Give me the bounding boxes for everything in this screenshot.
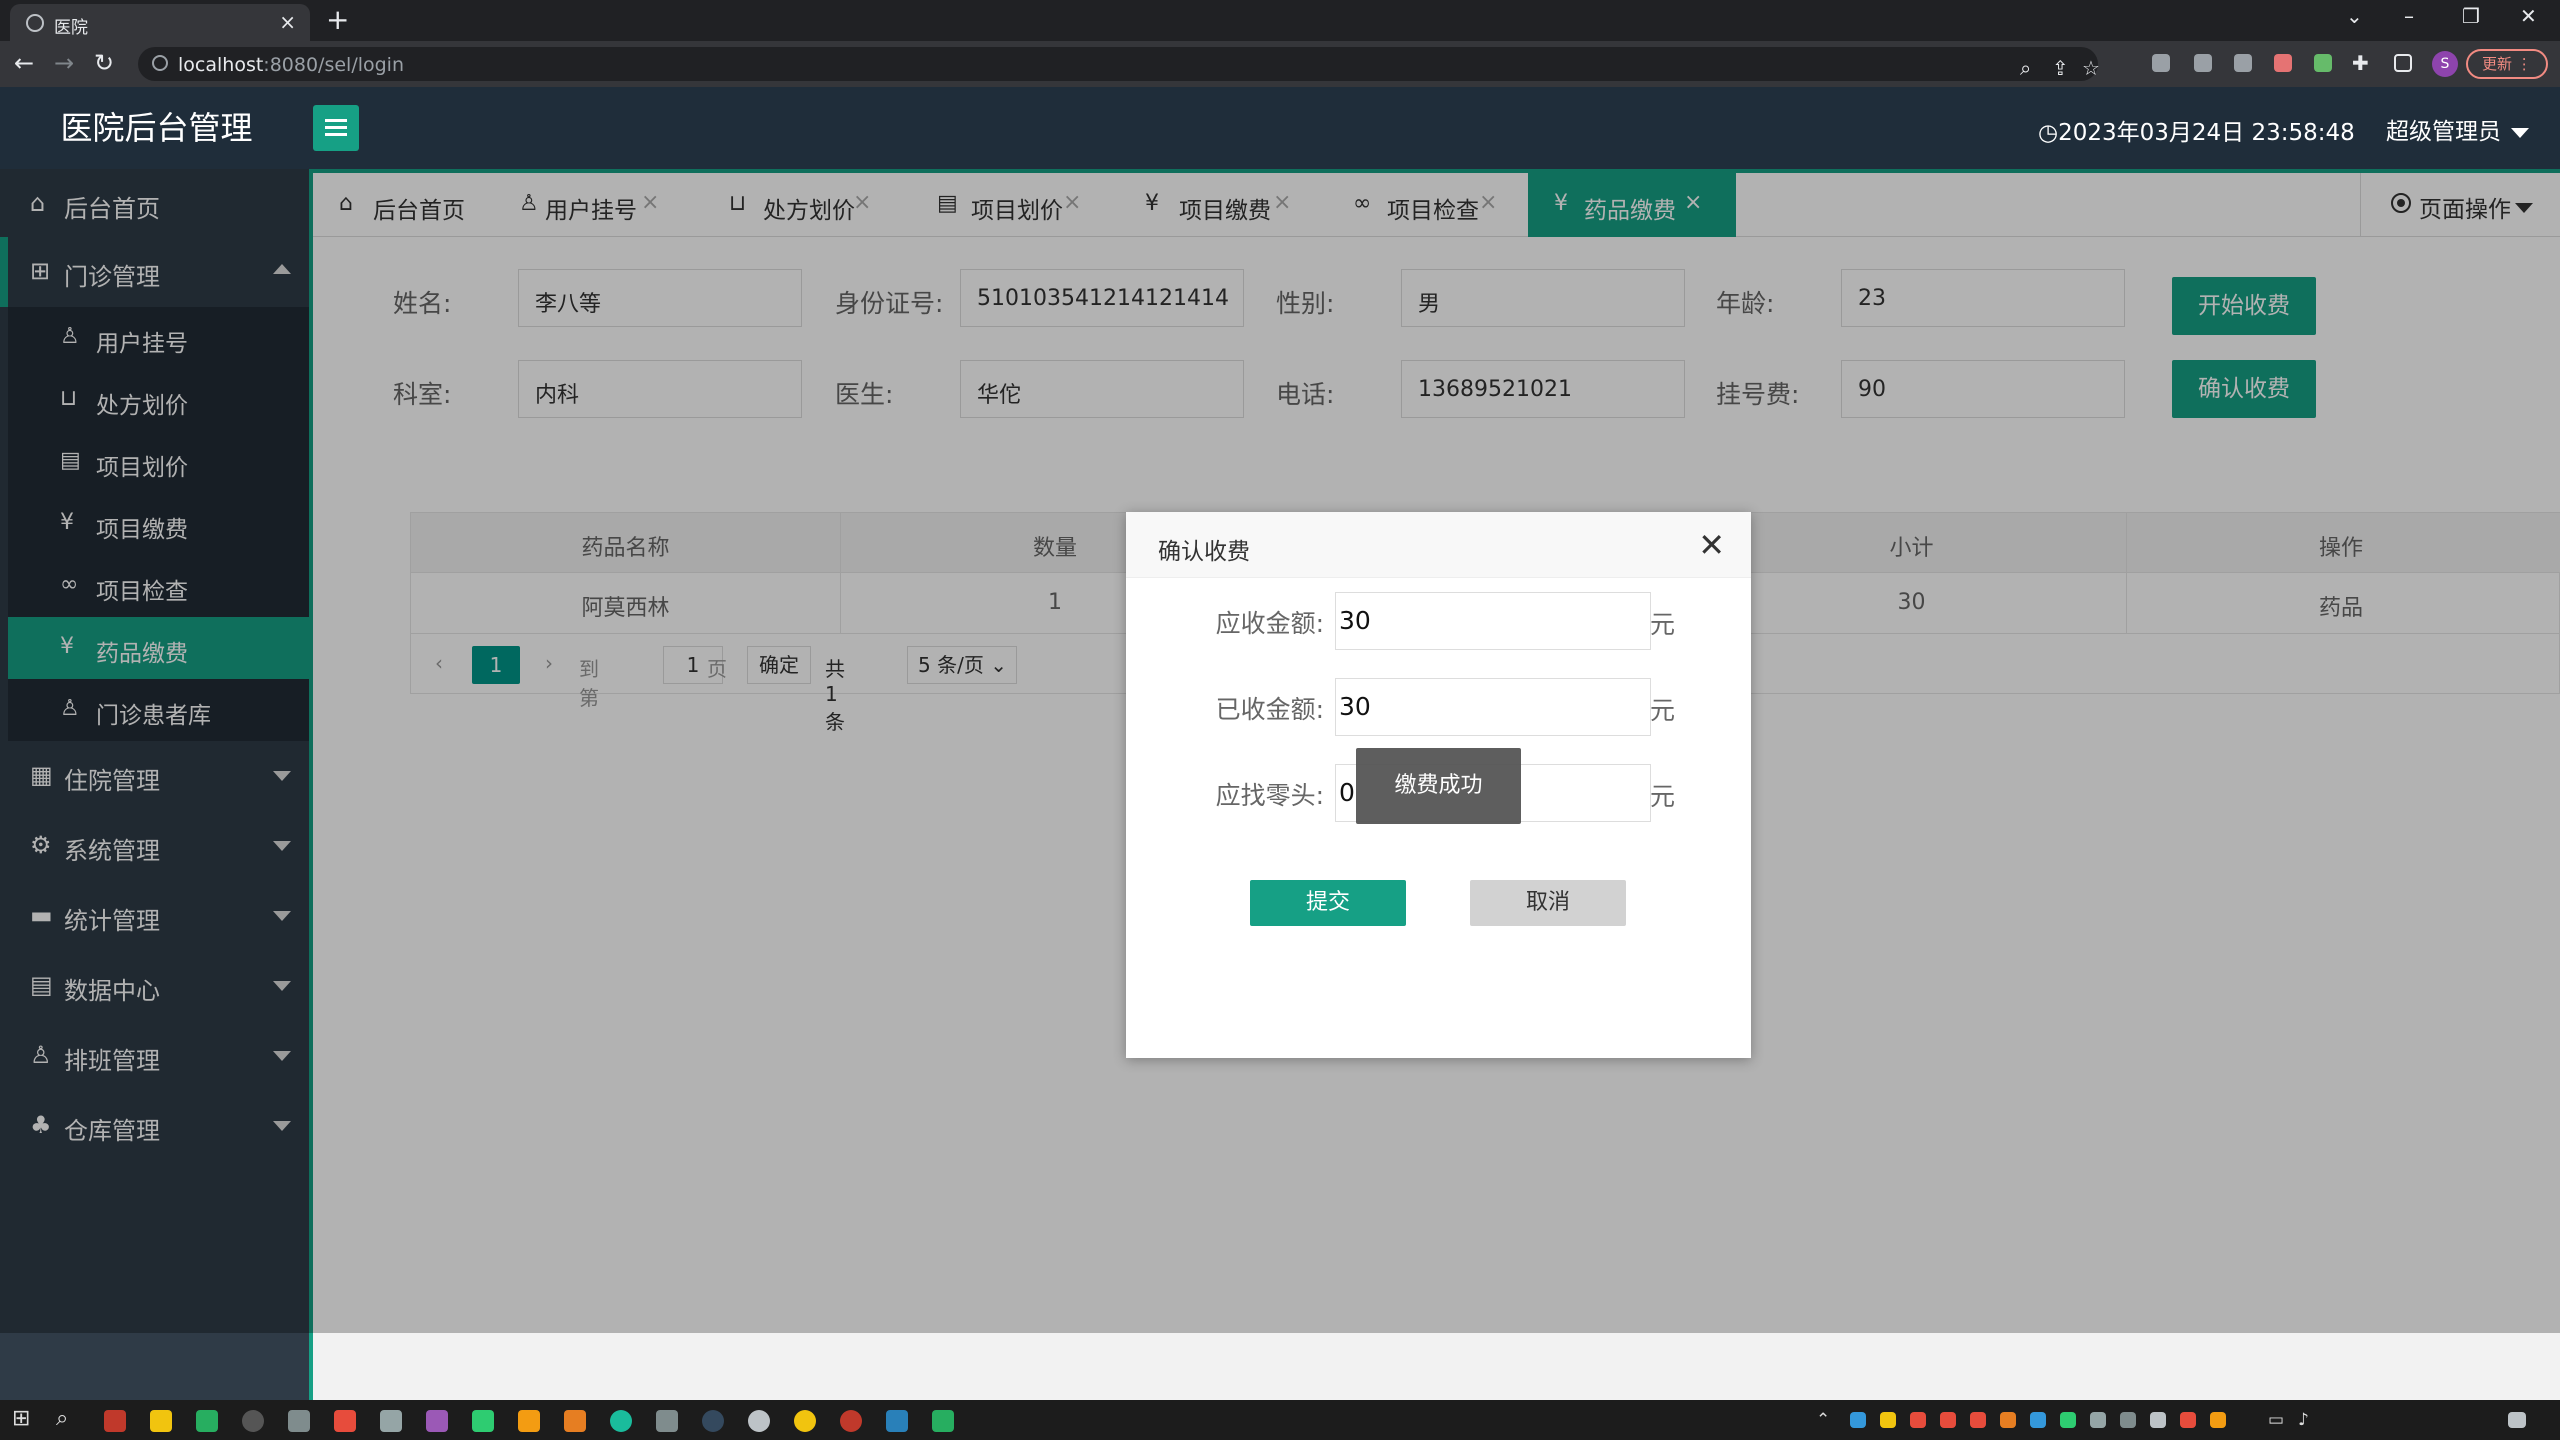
close-tab-icon[interactable]: × <box>279 10 296 34</box>
back-icon[interactable]: ← <box>14 49 34 77</box>
tray-icon[interactable] <box>2180 1412 2196 1428</box>
puzzle-icon[interactable]: ✚ <box>2352 51 2369 75</box>
app-icon[interactable] <box>932 1410 954 1432</box>
network-icon[interactable]: ▭ <box>2268 1410 2284 1430</box>
app-icon[interactable] <box>288 1410 310 1432</box>
url-host: localhost <box>178 54 264 76</box>
dialog-header: 确认收费 ✕ <box>1126 512 1751 578</box>
bookmark-star-icon[interactable]: ☆ <box>2082 56 2100 80</box>
volume-icon[interactable]: ♪ <box>2298 1410 2309 1430</box>
change-label: 应找零头: <box>1215 781 1324 810</box>
globe-icon <box>26 14 44 32</box>
close-icon[interactable]: ✕ <box>1698 526 1725 564</box>
info-icon[interactable] <box>152 55 168 71</box>
tray-icon[interactable] <box>2120 1412 2136 1428</box>
tray-expand-icon[interactable]: ⌃ <box>1816 1410 1830 1430</box>
receivable-unit: 元 <box>1650 610 1676 639</box>
browser-tab-title: 医院 <box>54 18 88 38</box>
submit-button[interactable]: 提交 <box>1250 880 1406 926</box>
user-menu[interactable]: 超级管理员 <box>2386 112 2529 146</box>
browser-tabbar: 医院 × + ⌄ – ❐ ✕ <box>0 0 2560 41</box>
tray-icon[interactable] <box>2000 1412 2016 1428</box>
user-name: 超级管理员 <box>2386 119 2501 145</box>
update-label: 更新 <box>2482 55 2513 73</box>
app-title: 医院后台管理 <box>60 109 253 147</box>
menu-toggle-button[interactable] <box>313 105 359 151</box>
app-icon[interactable] <box>196 1410 218 1432</box>
url-path: :8080/sel/login <box>263 54 405 76</box>
browser-tab[interactable]: 医院 × <box>10 4 310 41</box>
caret-down-icon <box>2511 127 2529 138</box>
reload-icon[interactable]: ↻ <box>94 49 114 77</box>
notification-icon[interactable] <box>2508 1412 2526 1428</box>
tray-icon[interactable] <box>2150 1412 2166 1428</box>
url-field[interactable]: localhost:8080/sel/login ⌕ ⇪ ☆ <box>138 47 2100 81</box>
confirm-charge-dialog: 确认收费 ✕ 应收金额: 30 元 已收金额: 30 元 应找零头: 0 元 提… <box>1126 512 1751 1058</box>
extension-icon[interactable] <box>2314 54 2332 72</box>
shield-extension-icon[interactable] <box>2274 54 2292 72</box>
received-label: 已收金额: <box>1215 695 1324 724</box>
tray-icon[interactable] <box>2060 1412 2076 1428</box>
tray-icon[interactable] <box>1940 1412 1956 1428</box>
folder-icon[interactable] <box>518 1410 540 1432</box>
tray-icon[interactable] <box>1880 1412 1896 1428</box>
app-icon[interactable] <box>840 1410 862 1432</box>
app-icon[interactable] <box>426 1410 448 1432</box>
app-icon[interactable] <box>564 1410 586 1432</box>
restore-button[interactable]: ❐ <box>2462 4 2480 28</box>
word-icon[interactable] <box>886 1410 908 1432</box>
cancel-button[interactable]: 取消 <box>1470 880 1626 926</box>
clock: ◷2023年03月24日 23:58:48 <box>2038 113 2355 147</box>
tray-icon[interactable] <box>1850 1412 1866 1428</box>
share-icon[interactable]: ⇪ <box>2052 56 2069 80</box>
app-icon[interactable] <box>472 1410 494 1432</box>
clock-icon: ◷ <box>2038 120 2059 146</box>
app-header: 医院后台管理 ◷2023年03月24日 23:58:48 超级管理员 <box>0 87 2560 169</box>
profile-avatar[interactable]: S <box>2432 51 2458 77</box>
wechat-icon[interactable] <box>610 1410 632 1432</box>
tray-icon[interactable] <box>2090 1412 2106 1428</box>
receivable-label: 应收金额: <box>1215 609 1324 638</box>
tray-icon[interactable] <box>1910 1412 1926 1428</box>
footer <box>313 1333 2560 1400</box>
received-unit: 元 <box>1650 696 1676 725</box>
tab-search-icon[interactable]: ⌄ <box>2346 4 2363 28</box>
app-icon[interactable] <box>748 1410 770 1432</box>
close-window-button[interactable]: ✕ <box>2520 4 2537 28</box>
windows-start-icon[interactable]: ⊞ <box>12 1406 30 1431</box>
chrome-icon[interactable] <box>150 1410 172 1432</box>
new-tab-button[interactable]: + <box>326 3 349 36</box>
app-icon[interactable] <box>242 1410 264 1432</box>
extension-icon[interactable] <box>2234 54 2252 72</box>
side-panel-icon[interactable] <box>2394 54 2412 72</box>
extension-icon[interactable] <box>2194 54 2212 72</box>
search-icon[interactable]: ⌕ <box>56 1406 68 1431</box>
tray-icon[interactable] <box>1970 1412 1986 1428</box>
receivable-input[interactable]: 30 <box>1335 592 1651 650</box>
tray-icon[interactable] <box>2210 1412 2226 1428</box>
extension-icon[interactable] <box>2152 54 2170 72</box>
dialog-title: 确认收费 <box>1158 539 1250 565</box>
app-icon[interactable] <box>702 1410 724 1432</box>
tray-icon[interactable] <box>2030 1412 2046 1428</box>
forward-icon[interactable]: → <box>54 49 74 77</box>
zoom-icon[interactable]: ⌕ <box>2020 56 2031 80</box>
clock-text: 2023年03月24日 23:58:48 <box>2058 120 2355 146</box>
app-icon[interactable] <box>794 1410 816 1432</box>
address-bar-row: ← → ↻ localhost:8080/sel/login ⌕ ⇪ ☆ ✚ S… <box>0 41 2560 87</box>
success-toast: 缴费成功 <box>1356 748 1521 824</box>
received-input[interactable]: 30 <box>1335 678 1651 736</box>
update-button[interactable]: 更新 ⋮ <box>2466 49 2548 79</box>
os-taskbar: ⊞ ⌕ ⌃ ▭ ♪ <box>0 1400 2560 1440</box>
app-icon[interactable] <box>656 1410 678 1432</box>
change-unit: 元 <box>1650 782 1676 811</box>
app-icon[interactable] <box>380 1410 402 1432</box>
app-icon[interactable] <box>334 1410 356 1432</box>
app-icon[interactable] <box>104 1410 126 1432</box>
minimize-button[interactable]: – <box>2404 4 2414 28</box>
